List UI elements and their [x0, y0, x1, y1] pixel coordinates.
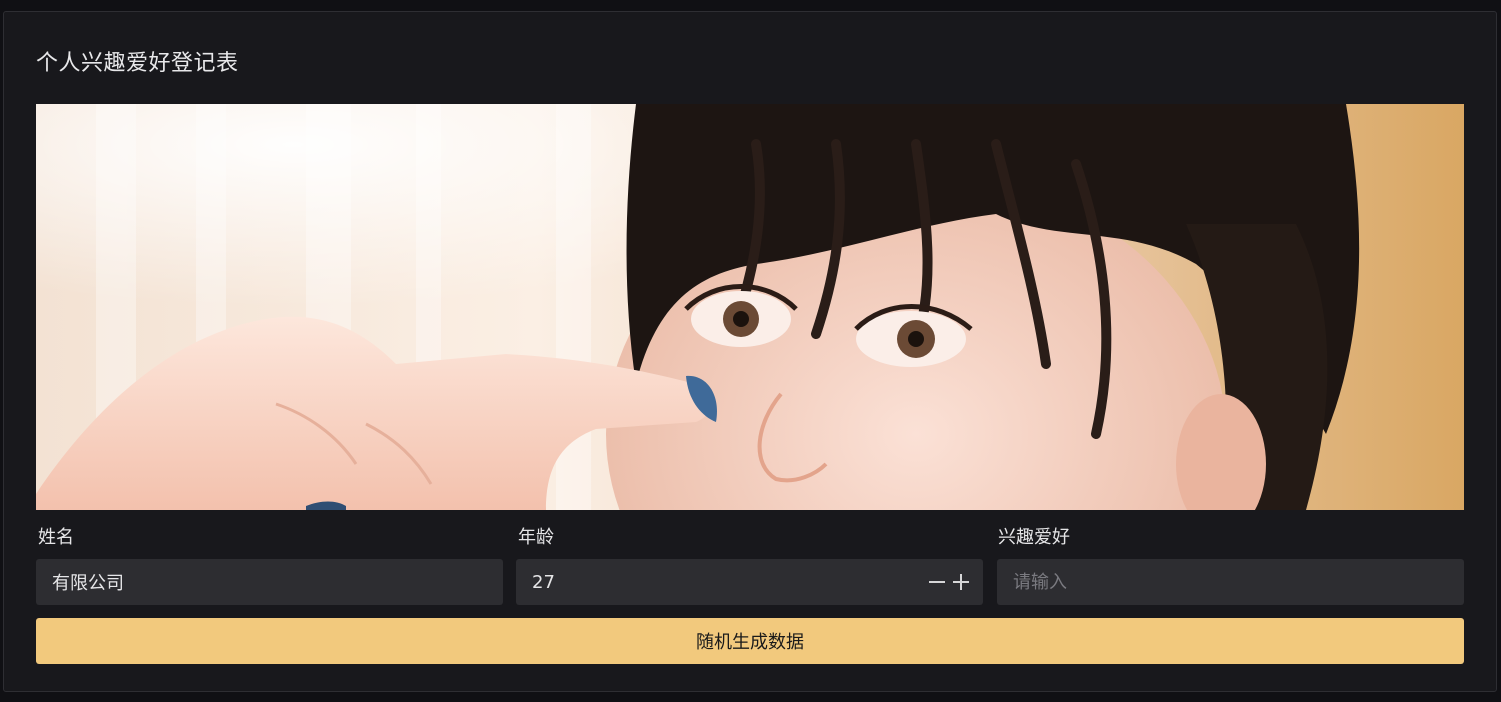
page-title: 个人兴趣爱好登记表 — [36, 51, 239, 76]
age-stepper — [929, 574, 969, 590]
generate-random-data-button[interactable]: 随机生成数据 — [36, 618, 1464, 664]
age-field[interactable] — [516, 559, 983, 605]
hobby-input[interactable] — [1013, 571, 1448, 593]
hobby-label: 兴趣爱好 — [998, 527, 1070, 548]
age-label: 年龄 — [518, 527, 554, 548]
minus-icon[interactable] — [929, 575, 945, 589]
name-field[interactable] — [36, 559, 503, 605]
plus-icon[interactable] — [953, 574, 969, 590]
hobby-field[interactable] — [997, 559, 1464, 605]
form-card: 个人兴趣爱好登记表 姓名 年龄 兴趣爱好 有限公司 27 请输入 随机生成数据 — [3, 11, 1497, 692]
name-input[interactable] — [52, 571, 487, 593]
age-input[interactable] — [532, 571, 929, 593]
name-label: 姓名 — [38, 527, 74, 548]
banner-image — [36, 104, 1464, 510]
